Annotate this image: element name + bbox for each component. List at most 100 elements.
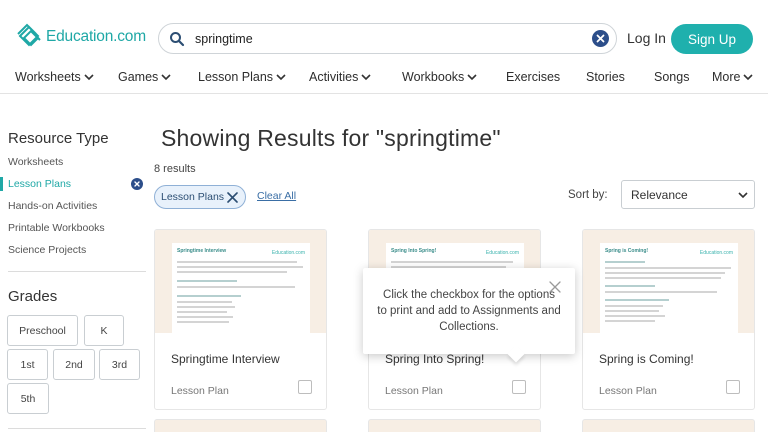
- login-link[interactable]: Log In: [627, 30, 666, 46]
- close-icon[interactable]: [549, 281, 561, 293]
- card-thumbnail: Spring is Coming! Education.com: [583, 230, 754, 335]
- filter-chip-label: Lesson Plans: [161, 191, 225, 203]
- remove-filter-icon[interactable]: [131, 178, 143, 190]
- preview-line: [177, 316, 233, 318]
- worksheet-preview: Spring is Coming! Education.com: [600, 243, 738, 335]
- resource-type-hands-on-activities[interactable]: Hands-on Activities: [8, 200, 97, 212]
- result-card[interactable]: [368, 419, 541, 432]
- nav-item-exercises[interactable]: Exercises: [506, 70, 560, 84]
- sort-select[interactable]: Relevance: [621, 180, 755, 209]
- sidebar-divider: [8, 428, 146, 429]
- chevron-down-icon: [84, 74, 94, 81]
- preview-line: [177, 266, 303, 268]
- page-title: Showing Results for "springtime": [161, 125, 501, 151]
- preview-line: [177, 295, 241, 297]
- grade-3rd[interactable]: 3rd: [99, 349, 140, 380]
- result-card[interactable]: [154, 419, 327, 432]
- preview-line: [177, 311, 227, 313]
- nav-label: Games: [118, 70, 159, 84]
- chevron-down-icon: [738, 192, 748, 199]
- preview-line: [605, 291, 717, 293]
- checkbox-tooltip: Click the checkbox for the options to pr…: [363, 268, 575, 363]
- grade-5th[interactable]: 5th: [7, 383, 49, 414]
- card-checkbox[interactable]: [298, 380, 312, 394]
- resource-type-printable-workbooks[interactable]: Printable Workbooks: [8, 222, 105, 234]
- clear-search-icon[interactable]: [592, 30, 609, 47]
- nav-item-activities[interactable]: Activities: [309, 70, 371, 84]
- close-icon[interactable]: [227, 192, 238, 203]
- grade-k[interactable]: K: [84, 315, 124, 346]
- resource-type-worksheets[interactable]: Worksheets: [8, 156, 63, 168]
- search-bar[interactable]: springtime: [158, 23, 617, 54]
- preview-line: [605, 310, 659, 312]
- chevron-down-icon: [467, 74, 477, 81]
- grade-preschool[interactable]: Preschool: [7, 315, 78, 346]
- grade-2nd[interactable]: 2nd: [53, 349, 95, 380]
- tooltip-text: Click the checkbox for the options to pr…: [377, 289, 561, 333]
- nav-label: Workbooks: [402, 70, 465, 84]
- chevron-down-icon: [161, 74, 171, 81]
- preview-line: [605, 320, 655, 322]
- nav-label: Worksheets: [15, 70, 81, 84]
- preview-line: [177, 306, 235, 308]
- filter-chip[interactable]: Lesson Plans: [154, 185, 246, 209]
- nav-item-workbooks[interactable]: Workbooks: [402, 70, 477, 84]
- nav-label: Exercises: [506, 70, 561, 84]
- nav-item-stories[interactable]: Stories: [586, 70, 625, 84]
- nav-label: Stories: [586, 70, 625, 84]
- preview-line: [177, 271, 287, 273]
- card-title[interactable]: Spring is Coming!: [599, 352, 694, 366]
- preview-line: [177, 261, 297, 263]
- signup-button[interactable]: Sign Up: [671, 24, 753, 54]
- card-type: Lesson Plan: [171, 385, 229, 397]
- nav-item-songs[interactable]: Songs: [654, 70, 689, 84]
- preview-line: [605, 267, 731, 269]
- card-checkbox[interactable]: [726, 380, 740, 394]
- resource-type-title: Resource Type: [8, 130, 109, 147]
- result-card[interactable]: Springtime Interview Education.com Sprin…: [154, 229, 327, 410]
- card-thumbnail: Springtime Interview Education.com: [155, 230, 326, 335]
- site-logo[interactable]: Education.com: [14, 22, 146, 52]
- nav-item-games[interactable]: Games: [118, 70, 171, 84]
- preview-line: [605, 299, 669, 301]
- chevron-down-icon: [276, 74, 286, 81]
- preview-line: [177, 321, 229, 323]
- result-card[interactable]: [582, 419, 755, 432]
- preview-logo: Education.com: [485, 250, 519, 256]
- card-title[interactable]: Springtime Interview: [171, 352, 280, 366]
- resource-type-science-projects[interactable]: Science Projects: [8, 244, 86, 256]
- preview-logo: Education.com: [271, 250, 305, 256]
- resource-type-lesson-plans[interactable]: Lesson Plans: [8, 178, 71, 190]
- search-input[interactable]: springtime: [195, 32, 253, 46]
- sidebar-divider: [8, 271, 146, 272]
- nav-label: Songs: [654, 70, 690, 84]
- results-count: 8 results: [154, 163, 196, 175]
- card-checkbox[interactable]: [512, 380, 526, 394]
- logo-text: Education.com: [46, 28, 146, 45]
- preview-line: [605, 305, 663, 307]
- card-type: Lesson Plan: [385, 385, 443, 397]
- preview-title: Springtime Interview: [177, 248, 227, 254]
- nav-item-worksheets[interactable]: Worksheets: [15, 70, 94, 84]
- logo-icon: [17, 23, 41, 47]
- preview-line: [605, 261, 645, 263]
- grade-1st[interactable]: 1st: [7, 349, 48, 380]
- preview-line: [605, 277, 721, 279]
- main-nav: Worksheets Games Lesson Plans Activities…: [0, 66, 768, 90]
- preview-line: [177, 301, 232, 303]
- grades-title: Grades: [8, 288, 58, 305]
- nav-label: Lesson Plans: [198, 70, 274, 84]
- chevron-down-icon: [361, 74, 371, 81]
- preview-logo: Education.com: [699, 250, 733, 256]
- active-indicator: [0, 177, 3, 191]
- nav-item-more[interactable]: More: [712, 70, 754, 84]
- card-title[interactable]: Spring Into Spring!: [385, 352, 484, 366]
- clear-all-link[interactable]: Clear All: [257, 190, 296, 202]
- site-header: Education.com springtime Log In Sign Up …: [0, 0, 768, 94]
- nav-item-lesson-plans[interactable]: Lesson Plans: [198, 70, 286, 84]
- sort-label: Sort by:: [568, 189, 608, 201]
- preview-title: Spring is Coming!: [605, 248, 649, 254]
- preview-line: [177, 280, 237, 282]
- preview-line: [605, 285, 655, 287]
- result-card[interactable]: Spring is Coming! Education.com Spring i…: [582, 229, 755, 410]
